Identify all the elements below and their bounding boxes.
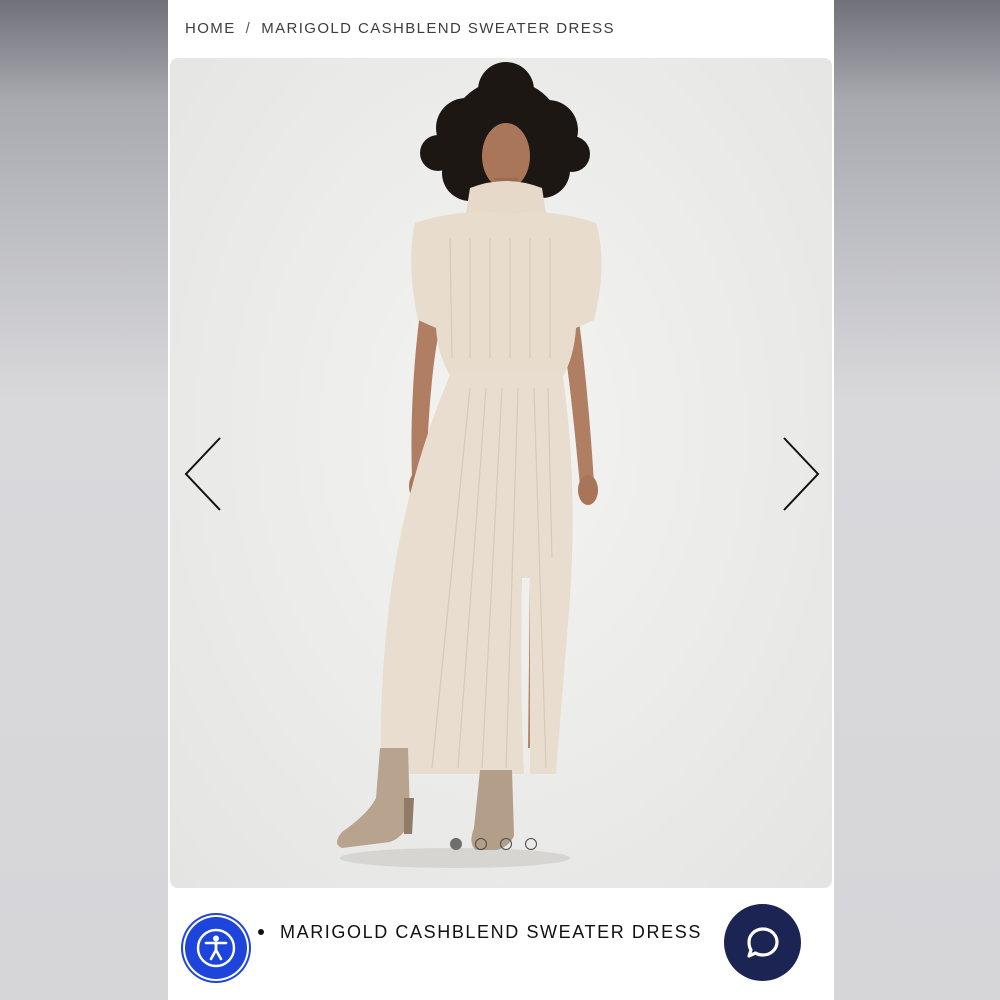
chevron-right-icon[interactable] — [778, 436, 822, 512]
bullet-icon — [258, 929, 264, 935]
chat-button[interactable] — [724, 904, 801, 981]
product-photo — [337, 62, 602, 868]
chat-bubble-icon — [746, 926, 779, 958]
slide-dot-4[interactable] — [525, 838, 537, 850]
product-image-gallery[interactable] — [170, 58, 832, 888]
product-title-row: MARIGOLD CASHBLEND SWEATER DRESS — [258, 918, 702, 946]
breadcrumb-separator: / — [245, 19, 252, 37]
product-page: HOME / MARIGOLD CASHBLEND SWEATER DRESS — [168, 0, 834, 1000]
breadcrumb-home-link[interactable]: HOME — [185, 20, 236, 37]
product-title: MARIGOLD CASHBLEND SWEATER DRESS — [280, 921, 702, 942]
accessibility-button[interactable] — [181, 913, 251, 983]
backdrop-left — [0, 0, 168, 1000]
accessibility-icon-bg — [185, 917, 247, 979]
slide-dot-3[interactable] — [500, 838, 512, 850]
backdrop-right — [832, 0, 1000, 1000]
slide-indicators — [450, 838, 537, 850]
accessibility-icon — [196, 928, 236, 968]
breadcrumb: HOME / MARIGOLD CASHBLEND SWEATER DRESS — [185, 18, 615, 38]
slide-dot-2[interactable] — [475, 838, 487, 850]
slide-dot-1[interactable] — [450, 838, 462, 850]
breadcrumb-current: MARIGOLD CASHBLEND SWEATER DRESS — [261, 19, 615, 37]
chevron-left-icon[interactable] — [182, 436, 226, 512]
